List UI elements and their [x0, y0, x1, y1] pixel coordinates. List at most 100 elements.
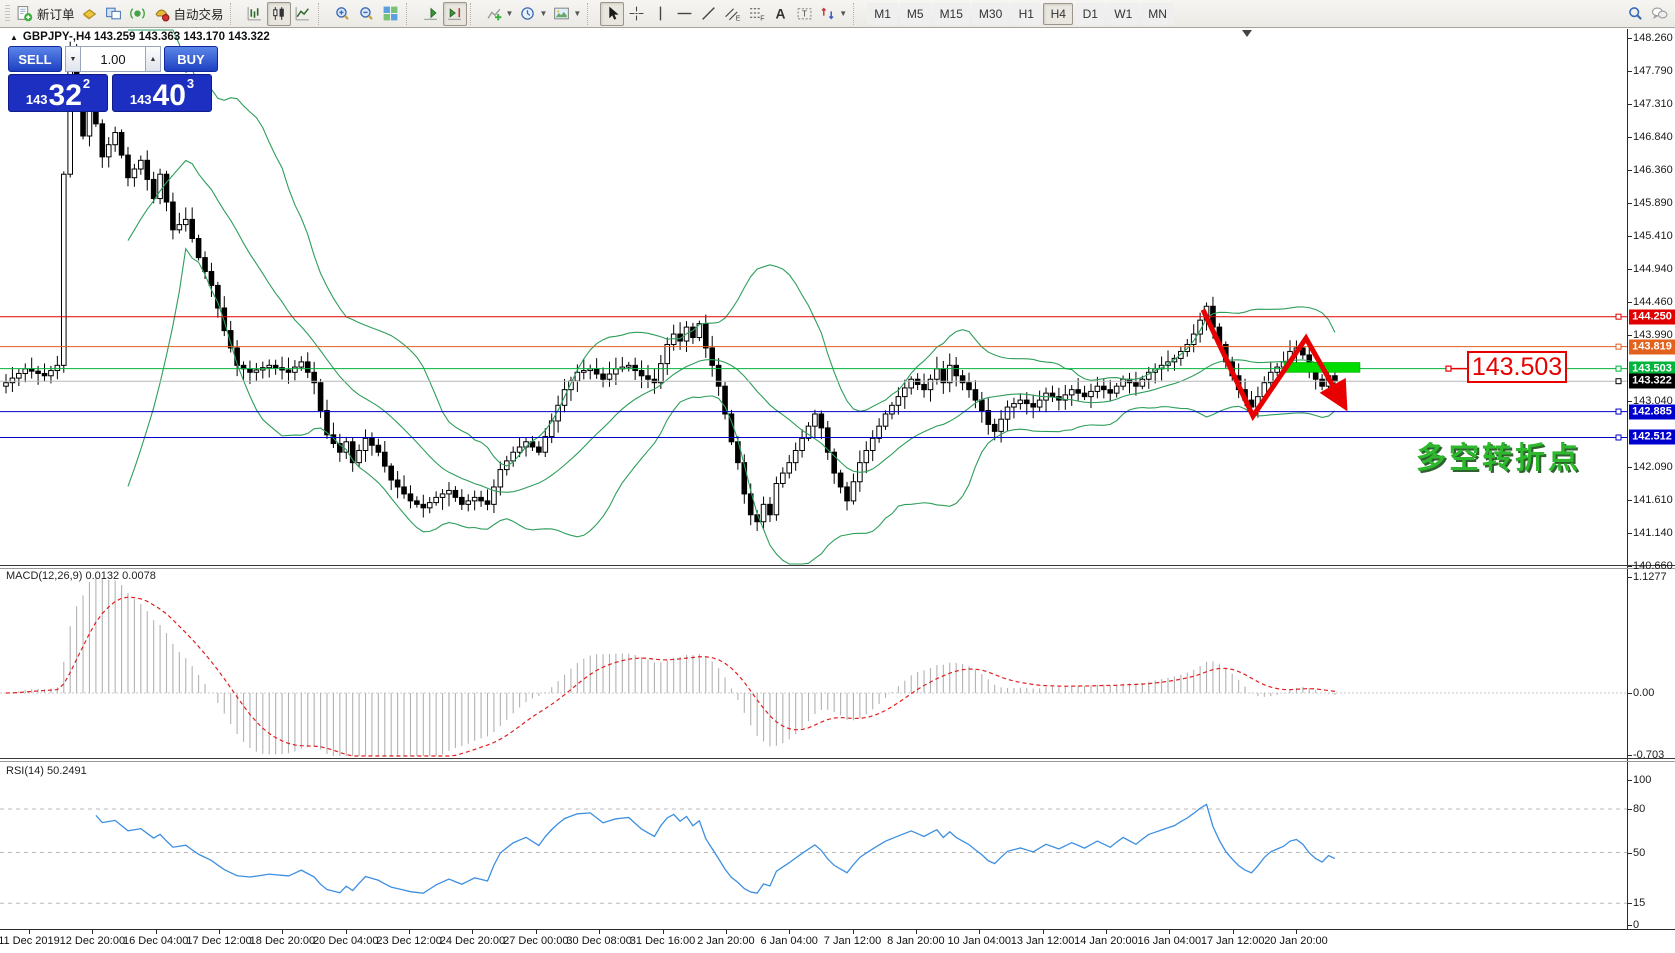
timeframe-m1[interactable]: M1	[867, 2, 898, 25]
tile-windows-button[interactable]	[379, 2, 403, 26]
label-icon: T	[797, 8, 812, 20]
chart-shift-button[interactable]	[442, 1, 467, 26]
toolbar-group	[331, 2, 403, 26]
auto-trading-button[interactable]: 自动交易	[150, 2, 227, 26]
zoom-out-button[interactable]	[355, 2, 379, 26]
box-icon	[82, 9, 97, 20]
volume-increase-button[interactable]: ▲	[145, 46, 161, 72]
toolbar-separator	[405, 2, 416, 25]
sell-price-big: 32	[48, 79, 82, 112]
shift-icon	[448, 8, 461, 20]
market-watch-button[interactable]	[78, 2, 102, 26]
profile-icon	[106, 7, 121, 20]
toolbar-separator	[853, 2, 863, 25]
candlestick-chart-button[interactable]	[266, 1, 291, 26]
timeframe-m30[interactable]: M30	[971, 2, 1010, 25]
main-toolbar: 新订单 自动交易 ▼ ▼ ▼ E F A T ▼ M1 M5 M15 M30 H1 H4 D1 W1 MN	[0, 0, 1675, 28]
vertical-line-button[interactable]	[648, 2, 672, 26]
chat-button[interactable]	[1647, 2, 1671, 26]
zoomin-icon	[336, 7, 349, 20]
pane-separator[interactable]	[0, 761, 1675, 762]
zoom-in-button[interactable]	[331, 2, 355, 26]
toolbar-separator	[229, 2, 240, 25]
neworder-icon	[17, 6, 33, 22]
text-label-button[interactable]: T	[792, 2, 816, 26]
autoscroll-icon	[424, 7, 437, 20]
price-callout[interactable]: 143.503	[1467, 351, 1567, 383]
toolbar-group: 新订单 自动交易	[13, 2, 227, 26]
bar-chart-button[interactable]	[243, 2, 267, 26]
svg-text:F: F	[760, 15, 764, 22]
sell-price[interactable]: 143 32 2	[8, 74, 108, 112]
timeframe-h1[interactable]: H1	[1011, 2, 1042, 25]
timeframe-m5[interactable]: M5	[899, 2, 931, 25]
annotation-note[interactable]: 多空转折点	[1416, 433, 1581, 477]
auto-scroll-button[interactable]	[419, 2, 443, 26]
chat-icon	[1651, 7, 1667, 20]
indicators-icon	[487, 8, 501, 21]
one-click-trading-panel: SELL ▼ ▲ BUY 143 32 2 143 40 3	[8, 46, 218, 112]
toolbar-separator	[587, 2, 597, 25]
indicators-button[interactable]: ▼	[483, 2, 517, 26]
linechart-icon	[295, 7, 309, 21]
search-icon	[1628, 7, 1642, 20]
horizontal-line-button[interactable]	[672, 2, 696, 26]
timeframe-w1[interactable]: W1	[1107, 2, 1140, 25]
toolbar-separator	[469, 2, 480, 25]
toolbar-group	[243, 1, 315, 26]
volume-decrease-button[interactable]: ▼	[65, 46, 81, 72]
macd-label: MACD(12,26,9) 0.0132 0.0078	[6, 570, 156, 582]
toolbar-separator	[317, 2, 328, 25]
price-axis-line	[1627, 29, 1628, 929]
sell-button[interactable]: SELL	[8, 46, 62, 72]
data-window-button[interactable]	[102, 2, 126, 26]
pane-separator[interactable]	[0, 565, 1675, 566]
toolbar-group: E F A T ▼	[600, 1, 850, 26]
cursor-button[interactable]	[600, 1, 625, 26]
timeframe-m15[interactable]: M15	[932, 2, 970, 25]
buy-price-prefix: 143	[129, 92, 152, 107]
chart-shift-marker[interactable]	[1242, 30, 1252, 37]
collapse-trade-panel-icon[interactable]: ▲	[10, 33, 18, 42]
autotrade-icon	[155, 9, 169, 22]
time-axis-line	[0, 929, 1675, 930]
trendline-icon	[701, 7, 715, 20]
toolbar-grip[interactable]	[5, 4, 10, 23]
timeframe-h4[interactable]: H4	[1043, 2, 1074, 25]
volume-input[interactable]	[81, 46, 145, 72]
line-chart-button[interactable]	[291, 2, 315, 26]
text-icon: A	[775, 5, 785, 21]
templates-button[interactable]: ▼	[550, 2, 584, 26]
trendline-button[interactable]	[696, 2, 720, 26]
search-button[interactable]	[1623, 2, 1647, 26]
hline-icon	[677, 12, 692, 15]
pane-separator[interactable]	[0, 568, 1675, 569]
mt4-terminal-window: { "toolbar": { "groups": [ [ {"name":"ne…	[0, 0, 1675, 953]
buy-button[interactable]: BUY	[164, 46, 218, 72]
signal-icon	[130, 8, 145, 19]
buy-price-big: 40	[152, 79, 186, 112]
channel-icon: E	[725, 8, 740, 22]
symbol-ohlc-label: GBPJPY-,H4 143.259 143.363 143.170 143.3…	[22, 31, 270, 43]
alerts-button[interactable]	[126, 2, 150, 26]
template-icon	[554, 7, 570, 20]
periods-button[interactable]: ▼	[516, 2, 550, 26]
fibo-icon: F	[749, 8, 764, 22]
buy-price[interactable]: 143 40 3	[112, 74, 212, 112]
tile-icon	[383, 6, 398, 21]
crosshair-button[interactable]	[624, 2, 648, 26]
text-button[interactable]: A	[768, 2, 792, 26]
crosshair-icon	[629, 6, 644, 21]
pane-separator[interactable]	[0, 758, 1675, 759]
arrows-button[interactable]: ▼	[816, 2, 850, 26]
fibonacci-button[interactable]: F	[744, 2, 768, 26]
toolbar-group: ▼ ▼ ▼	[483, 2, 585, 26]
timeframe-d1[interactable]: D1	[1075, 2, 1106, 25]
candles-icon	[273, 7, 284, 20]
svg-text:E: E	[735, 15, 740, 22]
new-order-button[interactable]: 新订单	[13, 2, 78, 26]
periods-icon	[521, 7, 535, 20]
equidistant-channel-button[interactable]: E	[720, 2, 744, 26]
timeframe-mn[interactable]: MN	[1141, 2, 1174, 25]
arrows-icon	[821, 7, 834, 20]
